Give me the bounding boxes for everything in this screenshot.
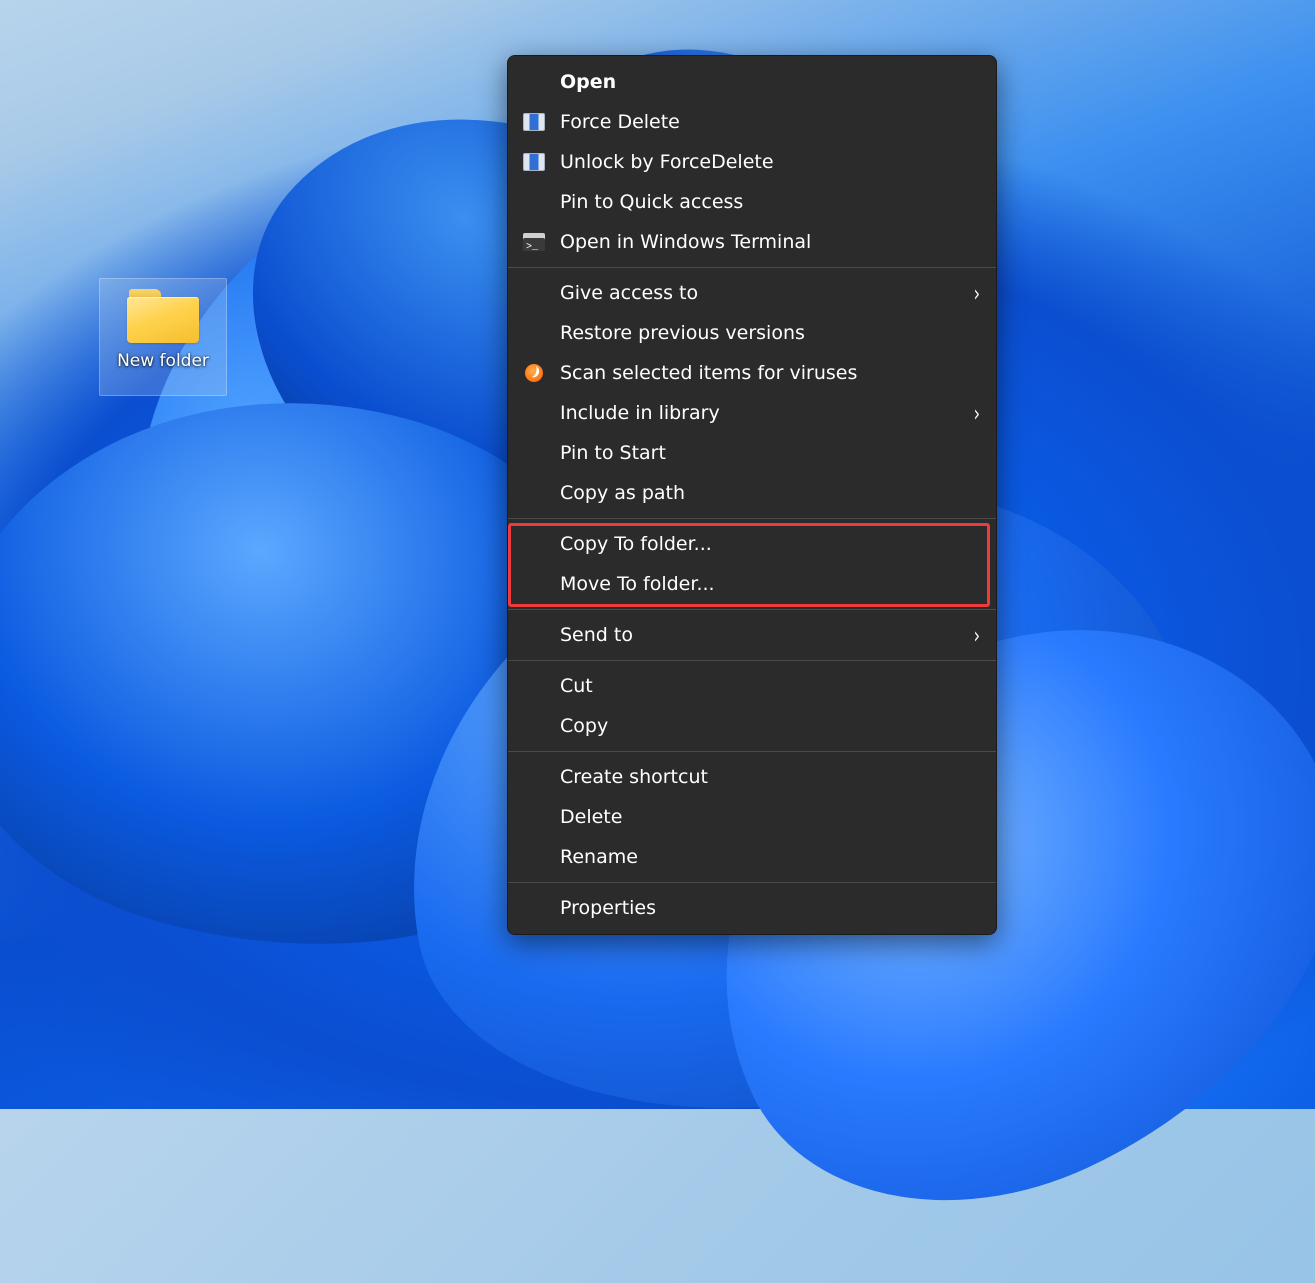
menu-item-label: Rename bbox=[560, 846, 980, 868]
blank-icon bbox=[520, 401, 548, 425]
menu-item-label: Force Delete bbox=[560, 111, 980, 133]
menu-item-open[interactable]: Open bbox=[508, 62, 996, 102]
blank-icon bbox=[520, 281, 548, 305]
blank-icon bbox=[520, 441, 548, 465]
menu-item-scan-viruses[interactable]: Scan selected items for viruses bbox=[508, 353, 996, 393]
menu-item-label: Restore previous versions bbox=[560, 322, 980, 344]
menu-item-label: Create shortcut bbox=[560, 766, 980, 788]
chevron-right-icon: › bbox=[962, 280, 980, 307]
desktop-icon-label: New folder bbox=[117, 351, 209, 371]
folder-icon bbox=[127, 287, 199, 343]
menu-item-label: Pin to Quick access bbox=[560, 191, 980, 213]
chevron-right-icon: › bbox=[962, 400, 980, 427]
blank-icon bbox=[520, 572, 548, 596]
menu-item-label: Scan selected items for viruses bbox=[560, 362, 980, 384]
menu-item-give-access-to[interactable]: Give access to› bbox=[508, 273, 996, 313]
chevron-right-icon: › bbox=[962, 622, 980, 649]
menu-item-move-to-folder[interactable]: Move To folder... bbox=[508, 564, 996, 604]
blank-icon bbox=[520, 321, 548, 345]
blank-icon bbox=[520, 896, 548, 920]
menu-item-label: Copy To folder... bbox=[560, 533, 980, 555]
menu-item-copy[interactable]: Copy bbox=[508, 706, 996, 746]
blank-icon bbox=[520, 805, 548, 829]
menu-item-label: Include in library bbox=[560, 402, 962, 424]
blank-icon bbox=[520, 845, 548, 869]
menu-separator bbox=[508, 609, 996, 610]
menu-item-pin-start[interactable]: Pin to Start bbox=[508, 433, 996, 473]
menu-item-send-to[interactable]: Send to› bbox=[508, 615, 996, 655]
blank-icon bbox=[520, 765, 548, 789]
menu-item-delete[interactable]: Delete bbox=[508, 797, 996, 837]
menu-separator bbox=[508, 660, 996, 661]
menu-item-label: Copy bbox=[560, 715, 980, 737]
menu-item-label: Give access to bbox=[560, 282, 962, 304]
blank-icon bbox=[520, 674, 548, 698]
menu-item-label: Pin to Start bbox=[560, 442, 980, 464]
terminal-icon bbox=[520, 230, 548, 254]
menu-item-force-delete[interactable]: Force Delete bbox=[508, 102, 996, 142]
context-menu[interactable]: Open Force Delete Unlock by ForceDelete Pin… bbox=[507, 55, 997, 935]
menu-item-open-terminal[interactable]: Open in Windows Terminal bbox=[508, 222, 996, 262]
menu-item-cut[interactable]: Cut bbox=[508, 666, 996, 706]
menu-item-label: Properties bbox=[560, 897, 980, 919]
menu-item-unlock-forcedelete[interactable]: Unlock by ForceDelete bbox=[508, 142, 996, 182]
menu-item-copy-as-path[interactable]: Copy as path bbox=[508, 473, 996, 513]
menu-item-create-shortcut[interactable]: Create shortcut bbox=[508, 757, 996, 797]
menu-item-label: Unlock by ForceDelete bbox=[560, 151, 980, 173]
menu-item-pin-quick-access[interactable]: Pin to Quick access bbox=[508, 182, 996, 222]
blank-icon bbox=[520, 623, 548, 647]
menu-separator bbox=[508, 518, 996, 519]
menu-separator bbox=[508, 882, 996, 883]
blank-icon bbox=[520, 532, 548, 556]
menu-separator bbox=[508, 267, 996, 268]
menu-item-copy-to-folder[interactable]: Copy To folder... bbox=[508, 524, 996, 564]
blank-icon bbox=[520, 481, 548, 505]
avast-icon bbox=[520, 361, 548, 385]
blank-icon bbox=[520, 70, 548, 94]
menu-item-label: Move To folder... bbox=[560, 573, 980, 595]
menu-separator bbox=[508, 751, 996, 752]
menu-item-rename[interactable]: Rename bbox=[508, 837, 996, 877]
menu-item-include-library[interactable]: Include in library› bbox=[508, 393, 996, 433]
fd-icon bbox=[520, 110, 548, 134]
menu-item-label: Send to bbox=[560, 624, 962, 646]
menu-item-label: Copy as path bbox=[560, 482, 980, 504]
menu-item-label: Cut bbox=[560, 675, 980, 697]
menu-item-label: Open bbox=[560, 71, 980, 93]
desktop-folder-icon[interactable]: New folder bbox=[99, 278, 227, 396]
blank-icon bbox=[520, 714, 548, 738]
fd-icon bbox=[520, 150, 548, 174]
menu-item-properties[interactable]: Properties bbox=[508, 888, 996, 928]
menu-item-label: Delete bbox=[560, 806, 980, 828]
menu-item-label: Open in Windows Terminal bbox=[560, 231, 980, 253]
menu-item-restore-previous[interactable]: Restore previous versions bbox=[508, 313, 996, 353]
blank-icon bbox=[520, 190, 548, 214]
